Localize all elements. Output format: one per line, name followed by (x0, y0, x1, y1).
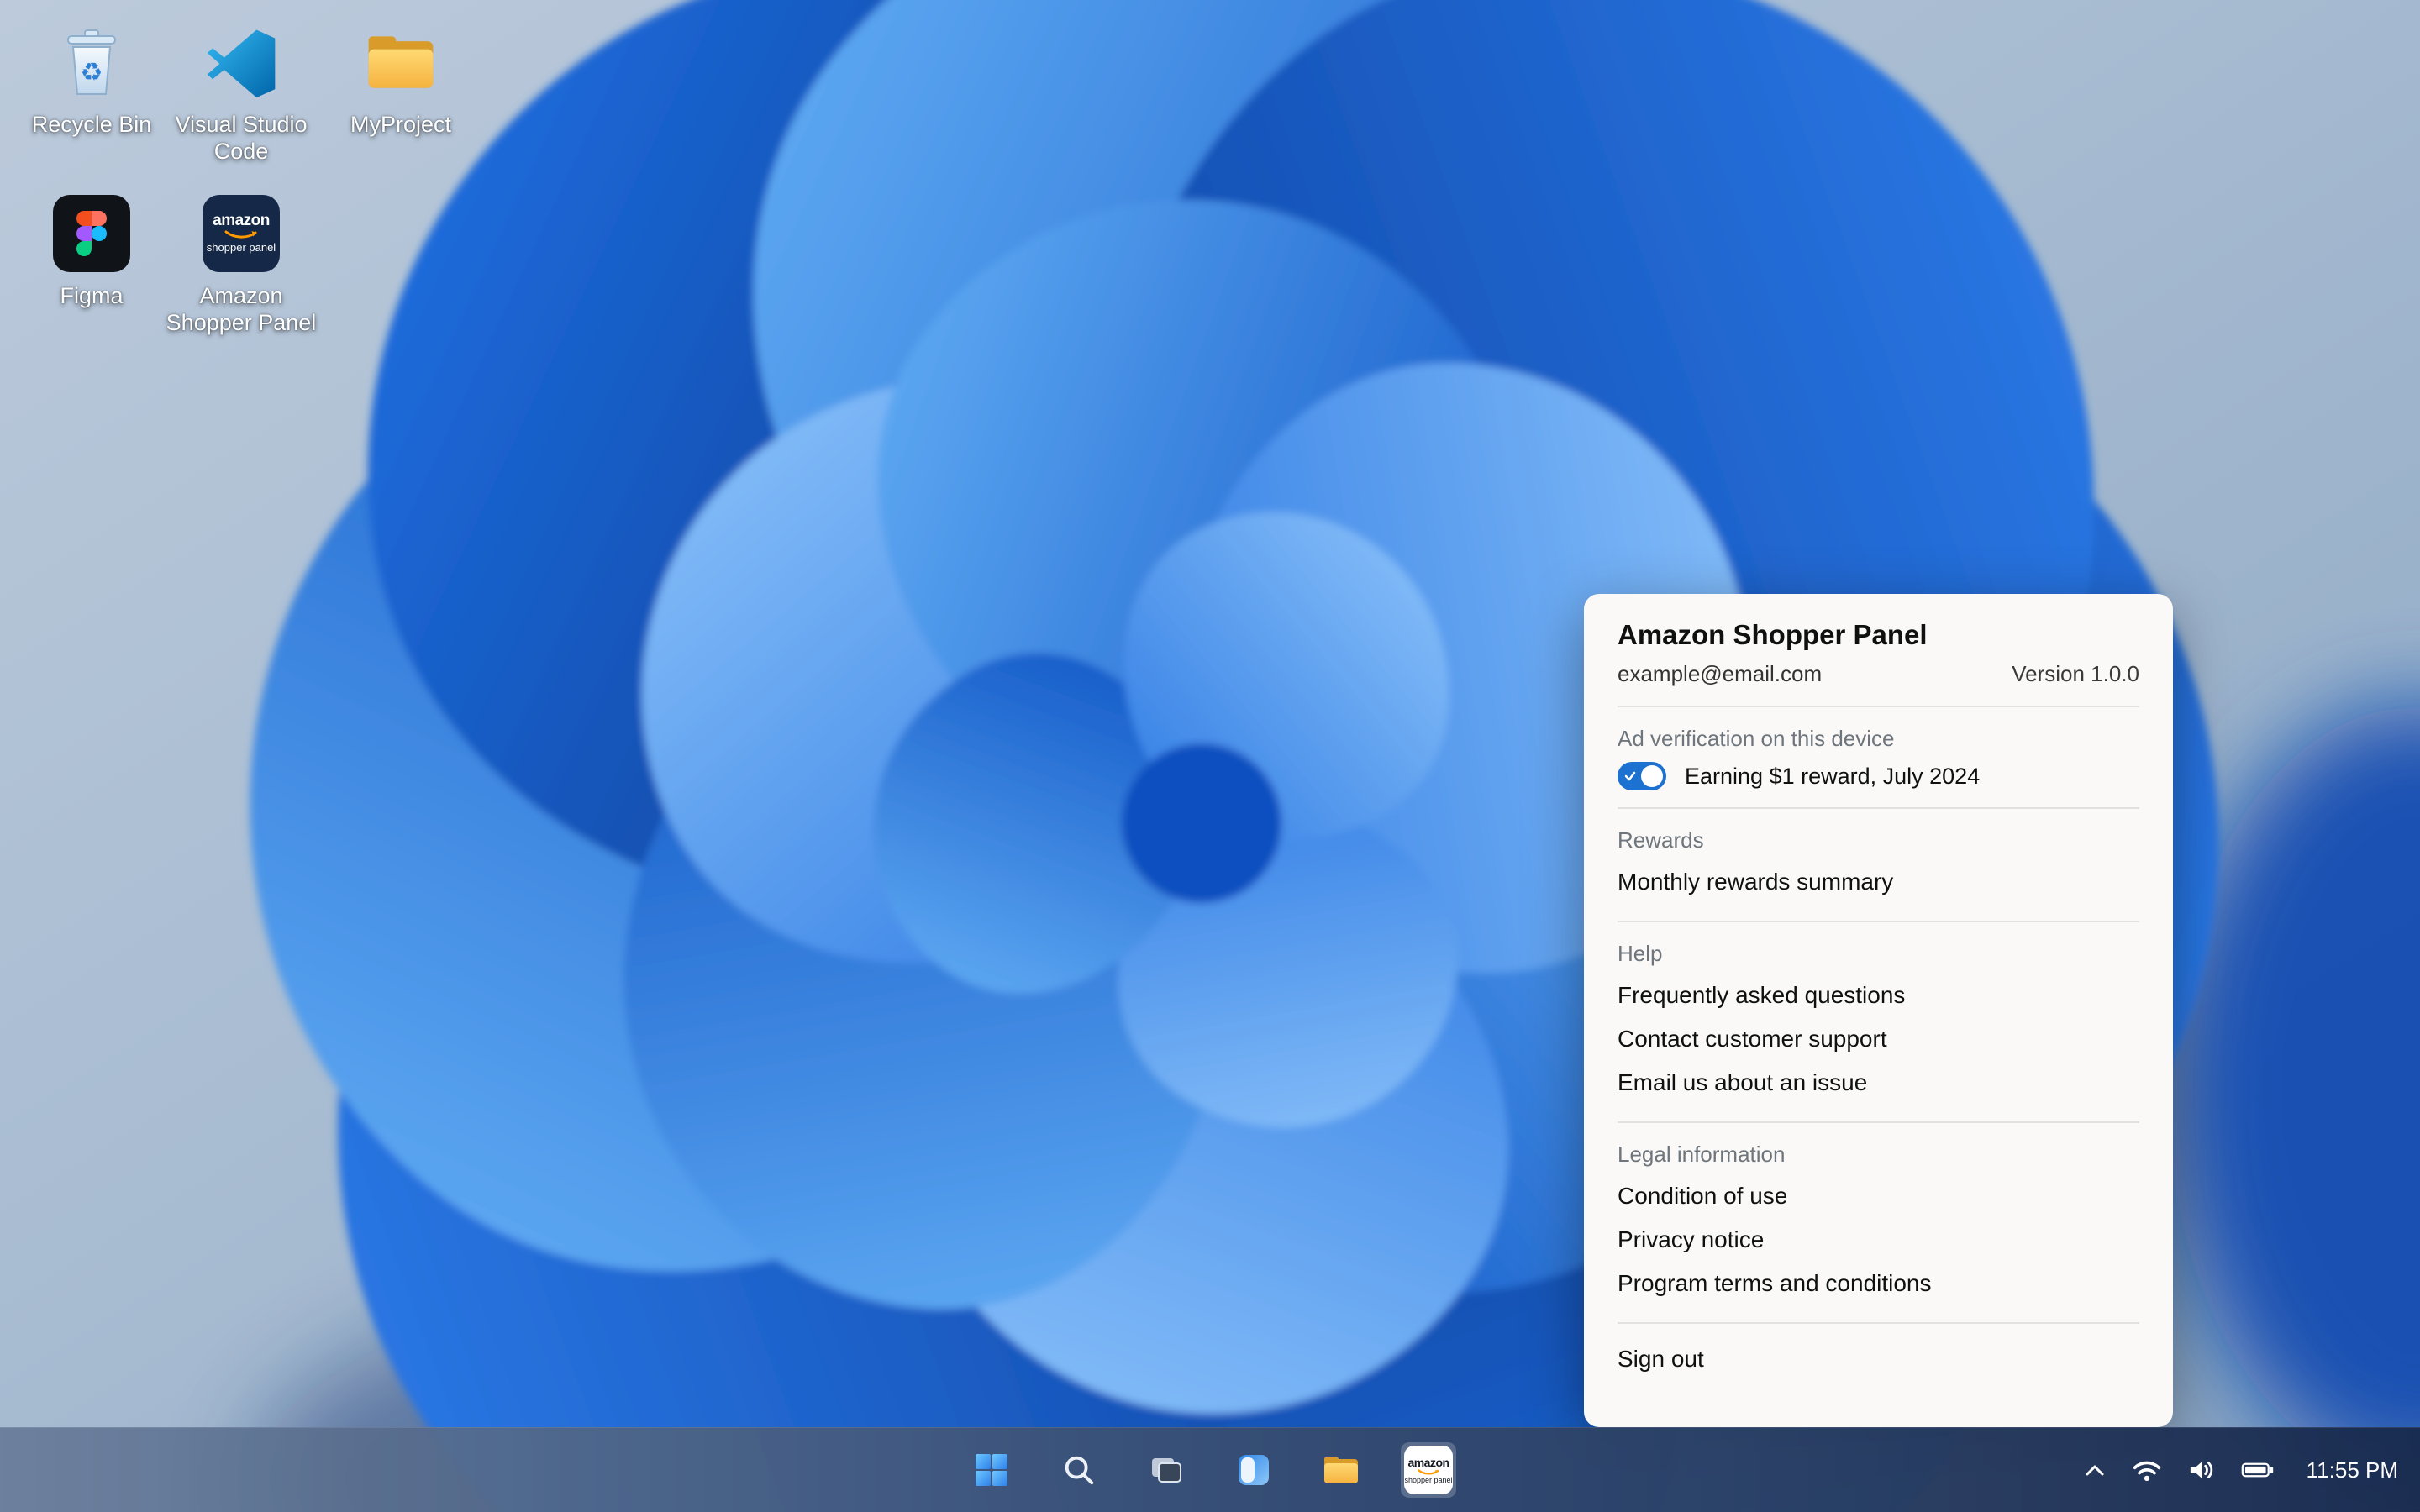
windows-start-icon (976, 1454, 1007, 1486)
search-button[interactable] (1051, 1442, 1107, 1498)
ad-verification-row: Earning $1 reward, July 2024 (1618, 762, 2139, 790)
menu-item-program-terms[interactable]: Program terms and conditions (1618, 1262, 2139, 1305)
volume-icon[interactable] (2187, 1457, 2216, 1483)
desktop-icon-label: Recycle Bin (31, 112, 152, 137)
amazon-logo-text: amazon (1407, 1455, 1449, 1469)
desktop-icon-myproject-folder[interactable]: MyProject (321, 24, 481, 138)
section-help: Help Frequently asked questions Contact … (1618, 922, 2139, 1121)
amazon-subtitle-text: shopper panel (1404, 1475, 1453, 1484)
amazon-shopper-panel-taskbar-button[interactable]: amazon shopper panel (1401, 1442, 1456, 1498)
section-legal: Legal information Condition of use Priva… (1618, 1123, 2139, 1322)
menu-item-email-issue[interactable]: Email us about an issue (1618, 1061, 2139, 1105)
taskbar: amazon shopper panel 11:55 PM (0, 1427, 2420, 1512)
wifi-icon[interactable] (2132, 1458, 2162, 1482)
desktop-icon-vscode[interactable]: Visual Studio Code (161, 24, 321, 165)
desktop-icon-label: Amazon Shopper Panel (166, 283, 317, 336)
battery-icon[interactable] (2241, 1458, 2275, 1482)
panel-title: Amazon Shopper Panel (1618, 619, 1928, 650)
account-email: example@email.com (1618, 661, 1823, 686)
folder-icon (362, 24, 439, 101)
section-ad-verification: Ad verification on this device Earning $… (1618, 707, 2139, 807)
toggle-label: Earning $1 reward, July 2024 (1685, 763, 1981, 789)
section-header-rewards: Rewards (1618, 827, 1704, 853)
amazon-shopper-panel-taskbar-icon: amazon shopper panel (1404, 1446, 1453, 1494)
account-row: example@email.com Version 1.0.0 (1618, 661, 2139, 706)
figma-icon (53, 195, 130, 272)
amazon-subtitle-text: shopper panel (206, 241, 276, 255)
menu-item-privacy-notice[interactable]: Privacy notice (1618, 1218, 2139, 1262)
start-button[interactable] (964, 1442, 1019, 1498)
toggle-knob (1641, 765, 1663, 787)
menu-item-contact-support[interactable]: Contact customer support (1618, 1017, 2139, 1061)
ad-verification-toggle[interactable] (1618, 762, 1666, 790)
desktop-icon-amazon-shopper-panel[interactable]: amazon shopper panel Amazon Shopper Pane… (161, 195, 321, 337)
section-header-legal: Legal information (1618, 1142, 1786, 1167)
section-header-ad-verification: Ad verification on this device (1618, 726, 1895, 751)
task-view-button[interactable] (1139, 1442, 1194, 1498)
search-icon (1065, 1456, 1094, 1485)
task-view-icon (1152, 1458, 1181, 1483)
desktop-icon-label: Visual Studio Code (175, 112, 308, 165)
file-explorer-button[interactable] (1313, 1442, 1369, 1498)
amazon-smile-icon (224, 230, 257, 239)
menu-item-faq[interactable]: Frequently asked questions (1618, 974, 2139, 1017)
svg-text:♻: ♻ (81, 59, 103, 87)
app-version: Version 1.0.0 (2012, 661, 2139, 686)
section-header-help: Help (1618, 941, 1663, 966)
desktop-icon-label: Figma (60, 283, 124, 308)
amazon-smile-icon (1418, 1468, 1439, 1475)
amazon-shopper-panel-popup: Amazon Shopper Panel example@email.com V… (1584, 594, 2173, 1427)
desktop-icon-recycle-bin[interactable]: ♻ Recycle Bin (12, 24, 171, 138)
recycle-bin-icon: ♻ (53, 24, 130, 101)
file-explorer-icon (1324, 1457, 1358, 1483)
tray-chevron-up-icon[interactable] (2083, 1462, 2107, 1478)
widgets-icon (1239, 1455, 1269, 1485)
widgets-button[interactable] (1226, 1442, 1281, 1498)
taskbar-clock[interactable]: 11:55 PM (2307, 1457, 2398, 1483)
taskbar-center-icons: amazon shopper panel (964, 1428, 1456, 1512)
desktop-icon-figma[interactable]: Figma (12, 195, 171, 309)
menu-item-monthly-rewards-summary[interactable]: Monthly rewards summary (1618, 860, 2139, 904)
menu-item-condition-of-use[interactable]: Condition of use (1618, 1174, 2139, 1218)
amazon-logo-text: amazon (213, 212, 270, 230)
desktop-icon-label: MyProject (350, 112, 452, 137)
vscode-icon (203, 24, 280, 101)
sign-out-button[interactable]: Sign out (1618, 1324, 2139, 1373)
amazon-shopper-panel-icon: amazon shopper panel (203, 195, 280, 272)
check-icon (1624, 771, 1636, 781)
section-rewards: Rewards Monthly rewards summary (1618, 809, 2139, 921)
system-tray: 11:55 PM (2083, 1428, 2398, 1512)
